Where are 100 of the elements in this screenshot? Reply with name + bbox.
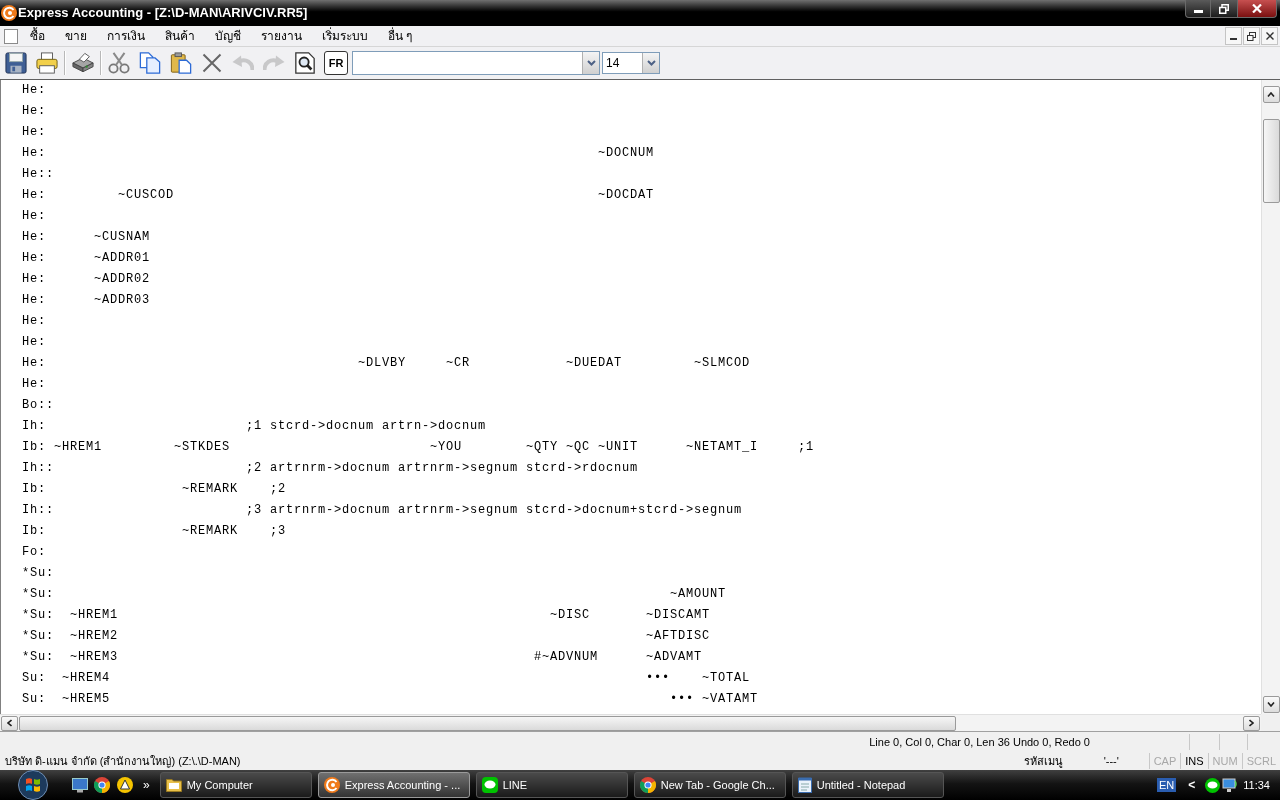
chevron-down-icon [646, 60, 656, 66]
code-line: Ih: ;1 stcrd->docnum artrn->docnum [22, 418, 487, 435]
menu-item[interactable]: สินค้า [155, 25, 205, 47]
menu-item[interactable]: ขาย [55, 25, 97, 47]
code-line: He: ~ADDR02 [22, 271, 151, 288]
scroll-right-button[interactable] [1243, 715, 1260, 731]
app-logo-icon [1, 5, 17, 21]
monitor-icon[interactable] [72, 777, 88, 793]
code-line: *Su: ~HREM3 #~ADVNUM ~ADVAMT [22, 649, 703, 666]
more-button[interactable]: » [143, 779, 150, 791]
chat-bubble-icon[interactable] [1205, 777, 1221, 793]
code-line: He: ~ADDR03 [22, 292, 151, 309]
windows-logo-icon [18, 770, 48, 800]
restore-button[interactable] [1211, 0, 1237, 18]
taskbar-button[interactable]: Express Accounting - ... [317, 772, 470, 798]
scissors-icon [108, 52, 130, 74]
redo-arrow-icon [263, 55, 285, 71]
close-icon [1252, 4, 1262, 13]
close-button[interactable] [1261, 27, 1278, 45]
font-size-dropdown[interactable]: 14 [602, 52, 660, 74]
code-line: Ib: ~REMARK ;2 [22, 481, 287, 498]
undo-arrow-icon [232, 55, 254, 71]
code-line: Su: ~HREM4 ••• ~TOTAL [22, 670, 751, 687]
code-line: Ib: ~REMARK ;3 [22, 523, 287, 540]
restore-icon [1247, 31, 1256, 41]
code-line: He: ~ADDR01 [22, 250, 151, 267]
code-line: He: [22, 334, 46, 351]
start-button[interactable] [18, 770, 48, 800]
company-name: บริษัท ดิ-แมน จำกัด (สำนักงานใหญ่) (Z:\.\D-MAN) [5, 753, 241, 770]
chrome-icon [639, 777, 656, 793]
chevron-up-icon [1267, 92, 1275, 97]
font-name-dropdown[interactable] [352, 51, 600, 75]
folder-icon [165, 778, 182, 792]
triangle-icon[interactable] [117, 777, 133, 793]
code-line: *Su: ~HREM1 ~DISC ~DISCAMT [22, 607, 711, 624]
minimize-button[interactable] [1225, 27, 1242, 45]
clock: 11:34 [1243, 777, 1270, 793]
printer-icon [72, 52, 94, 74]
show-hidden-icons-button[interactable]: < [1188, 779, 1196, 791]
taskbar-button[interactable]: New Tab - Google Ch... [633, 772, 786, 798]
window-title: Express Accounting - [Z:\D-MAN\ARIVCIV.RR5] [18, 5, 308, 21]
menu-code-label: รหัสเมนู [1022, 753, 1064, 770]
restore-icon [1219, 3, 1229, 14]
cursor-position: Line 0, Col 0, Char 0, Len 36 Undo 0, Redo 0 [869, 734, 1090, 750]
taskbar-button[interactable]: LINE [475, 772, 628, 798]
menu-item[interactable]: รายงาน [251, 25, 312, 47]
save-button[interactable] [2, 49, 30, 77]
vertical-scrollbar[interactable] [1261, 80, 1280, 714]
dropdown-button[interactable] [582, 52, 599, 74]
taskbar-button[interactable]: My Computer [159, 772, 312, 798]
search-icon [294, 52, 316, 74]
key-indicator: INS [1180, 753, 1208, 769]
code-line: He: [22, 103, 46, 120]
chevron-left-icon [7, 719, 12, 727]
code-line: He: ~DOCNUM [22, 145, 655, 162]
code-line: He: [22, 376, 46, 393]
scroll-up-button[interactable] [1262, 86, 1280, 103]
menu-item[interactable]: ซื้อ [20, 25, 55, 47]
code-line: He: [22, 208, 46, 225]
taskbar-button[interactable]: Untitled - Notepad [791, 772, 944, 798]
dropdown-button[interactable] [642, 53, 659, 73]
menu-item[interactable]: บัญชี [205, 25, 251, 47]
restore-button[interactable] [1243, 27, 1260, 45]
scrollbar-thumb[interactable] [1262, 119, 1280, 203]
code-line: He: [22, 124, 46, 141]
minimize-icon [1193, 9, 1203, 13]
minimize-icon [1230, 38, 1237, 40]
menu-code: '---' [1102, 753, 1120, 769]
code-line: Fo: [22, 544, 46, 561]
code-line: Bo:: [22, 397, 54, 414]
document-icon[interactable] [4, 28, 18, 44]
print-button[interactable] [33, 49, 61, 77]
code-line: He: ~CUSCOD ~DOCDAT [22, 187, 655, 204]
chevron-right-icon [1249, 719, 1254, 727]
code-line: *Su: [22, 565, 54, 582]
menu-item[interactable]: อื่น ๆ [378, 25, 423, 47]
key-indicator: SCRL [1241, 753, 1280, 769]
scroll-left-button[interactable] [1, 715, 18, 731]
code-line: He: [22, 82, 46, 99]
scroll-down-button[interactable] [1262, 696, 1280, 713]
app-logo-icon [323, 777, 340, 793]
network-icon[interactable] [1222, 777, 1238, 793]
scrollbar-thumb[interactable] [19, 715, 956, 731]
key-indicator: NUM [1207, 753, 1242, 769]
code-line: He:: [22, 166, 54, 183]
close-button[interactable] [1237, 0, 1277, 18]
chrome-icon[interactable] [94, 777, 110, 793]
menu-item[interactable]: การเงิน [97, 25, 155, 47]
code-line: He: [22, 313, 46, 330]
menu-item[interactable]: เริ่มระบบ [312, 25, 378, 47]
code-line: *Su: ~HREM2 ~AFTDISC [22, 628, 711, 645]
horizontal-scrollbar[interactable] [0, 714, 1261, 731]
chat-bubble-icon [481, 777, 498, 793]
code-line: He: ~DLVBY ~CR ~DUEDAT ~SLMCOD [22, 355, 751, 372]
copy-icon [139, 52, 161, 74]
find-replace-button[interactable]: FR [324, 51, 348, 75]
printer-icon [36, 52, 58, 74]
notepad-icon [797, 777, 812, 793]
language-indicator[interactable]: EN [1157, 778, 1177, 792]
minimize-button[interactable] [1185, 0, 1211, 18]
